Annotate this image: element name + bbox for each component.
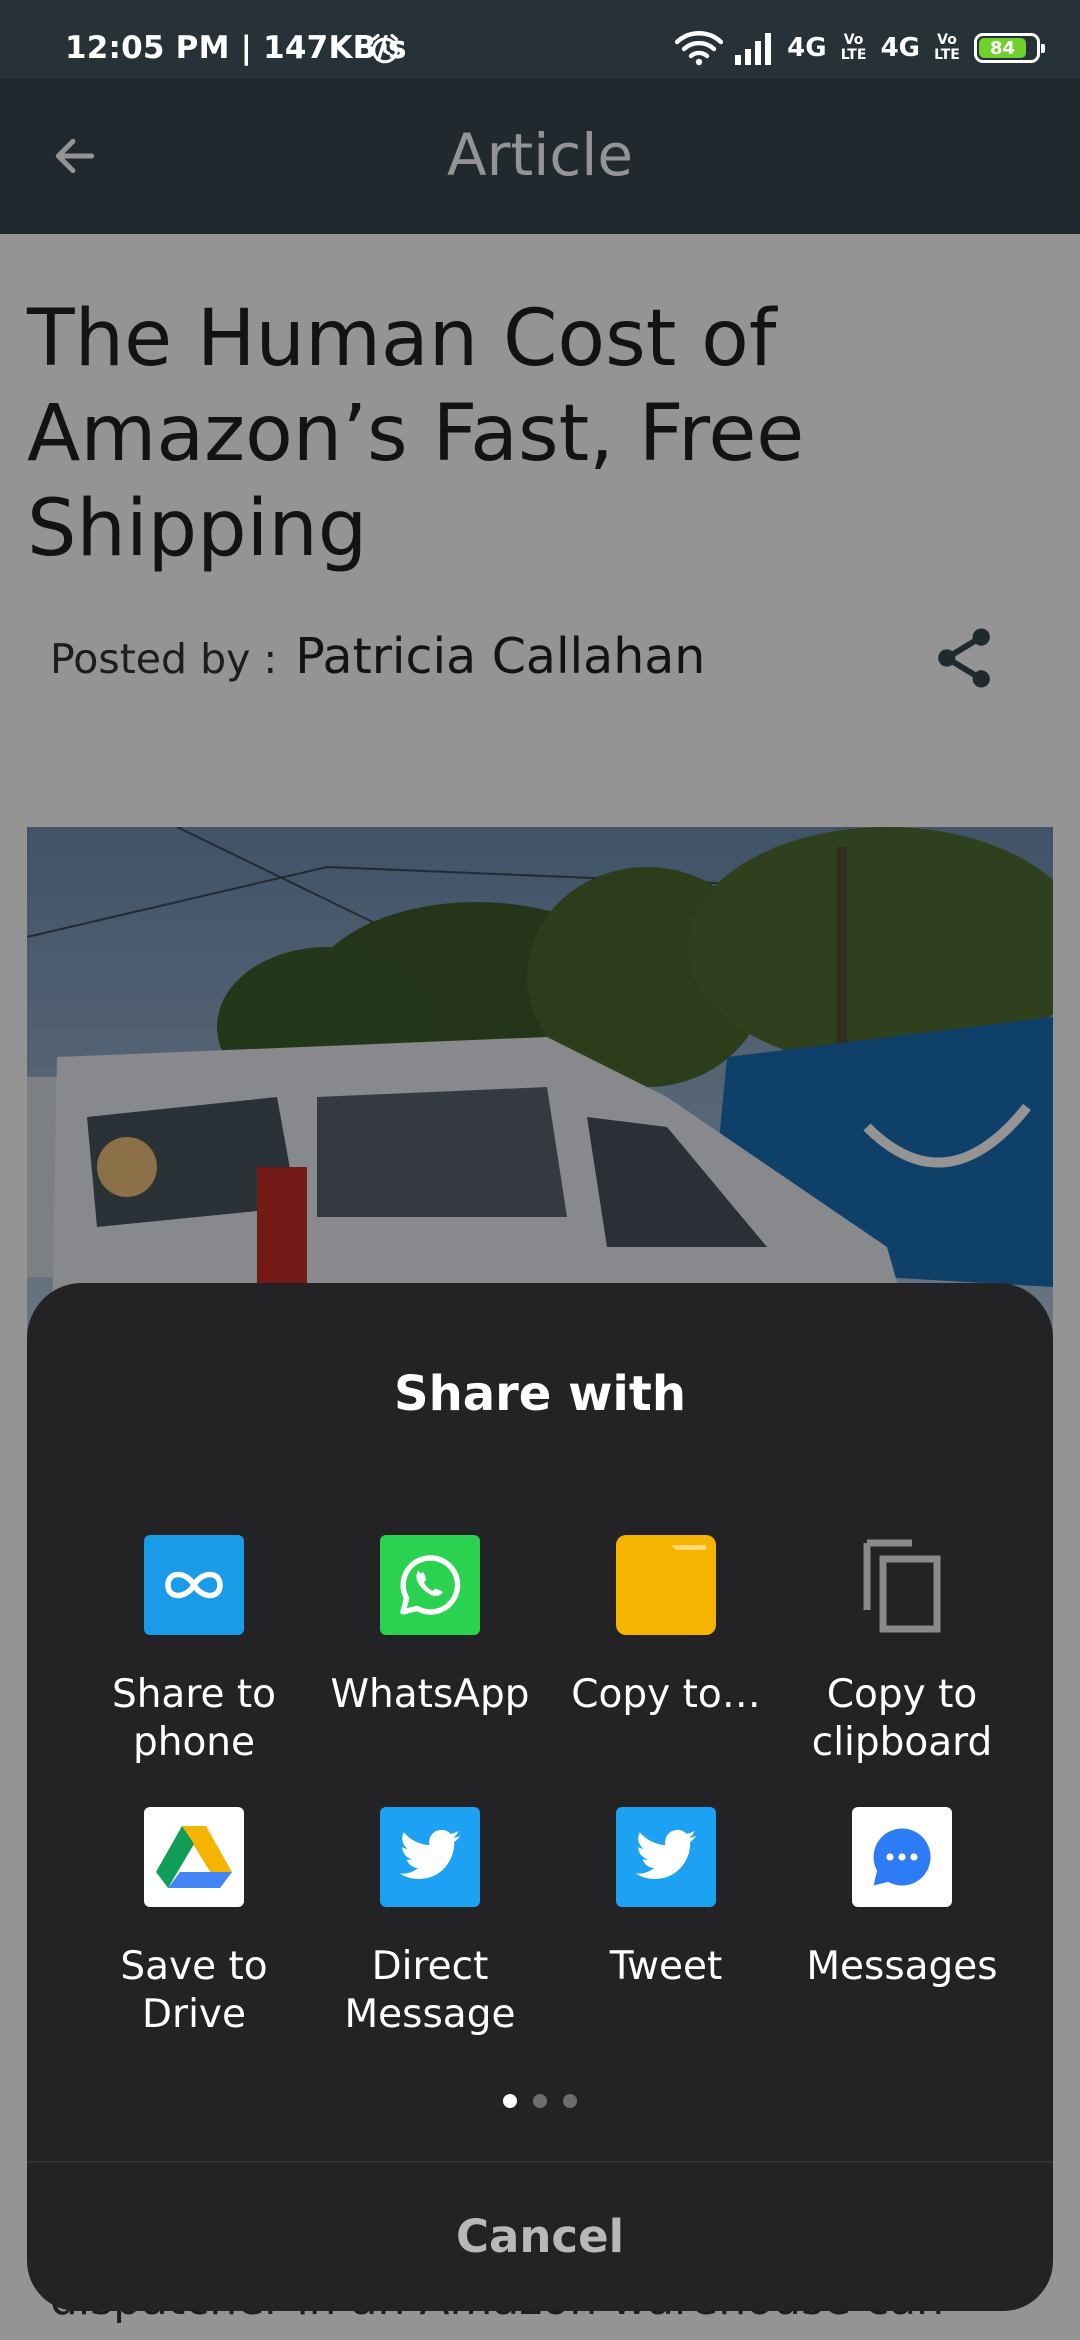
cancel-button[interactable]: Cancel	[27, 2161, 1053, 2311]
share-item-label: Tweet	[609, 1944, 723, 1989]
messages-option[interactable]: Messages	[784, 1807, 1020, 1991]
share-item-label: Direct Message	[344, 1944, 516, 2037]
share-item-label: WhatsApp	[330, 1672, 530, 1717]
wifi-icon	[675, 31, 724, 66]
share-item-label: Share to phone	[111, 1672, 277, 1765]
network-type-1: 4G	[787, 33, 827, 63]
signal-icon	[735, 33, 772, 65]
volte-badge-1: Vo LTE	[840, 32, 867, 63]
share-sheet: Share with Share to phone WhatsApp Copy …	[27, 1283, 1053, 2311]
battery-level: 84	[979, 38, 1027, 59]
whatsapp-option[interactable]: WhatsApp	[312, 1535, 548, 1719]
copy-to-option[interactable]: Copy to…	[548, 1535, 784, 1719]
network-type-2: 4G	[880, 33, 920, 63]
share-to-phone-icon	[144, 1535, 244, 1635]
direct-message-option[interactable]: Direct Message	[312, 1807, 548, 2039]
share-item-label: Messages	[806, 1944, 998, 1989]
twitter-icon	[616, 1807, 716, 1907]
clipboard-icon	[852, 1535, 952, 1635]
page-dot-active	[503, 2094, 517, 2108]
share-sheet-title: Share with	[394, 1366, 686, 1422]
google-drive-icon	[144, 1807, 244, 1907]
tweet-option[interactable]: Tweet	[548, 1807, 784, 1991]
share-item-label: Save to Drive	[120, 1944, 268, 2037]
save-to-drive-option[interactable]: Save to Drive	[76, 1807, 312, 2039]
page-dot	[563, 2094, 577, 2108]
copy-to-clipboard-option[interactable]: Copy to clipboard	[784, 1535, 1020, 1767]
messages-icon	[852, 1807, 952, 1907]
folder-icon	[616, 1535, 716, 1635]
share-item-label: Copy to…	[571, 1672, 761, 1717]
whatsapp-icon	[380, 1535, 480, 1635]
page-indicator	[27, 2094, 1053, 2108]
status-time: 12:05 PM | 147KB/s	[65, 30, 407, 66]
page-dot	[533, 2094, 547, 2108]
twitter-icon	[380, 1807, 480, 1907]
battery-icon: 84	[974, 33, 1045, 63]
share-to-phone-option[interactable]: Share to phone	[76, 1535, 312, 1767]
share-item-label: Copy to clipboard	[811, 1672, 993, 1765]
volte-badge-2: Vo LTE	[934, 32, 960, 63]
status-indicators: 4G Vo LTE 4G Vo LTE 84	[675, 26, 1045, 70]
status-bar: 12:05 PM | 147KB/s 4G Vo LTE 4G Vo LTE 8…	[0, 0, 1080, 79]
alarm-icon	[372, 33, 398, 64]
